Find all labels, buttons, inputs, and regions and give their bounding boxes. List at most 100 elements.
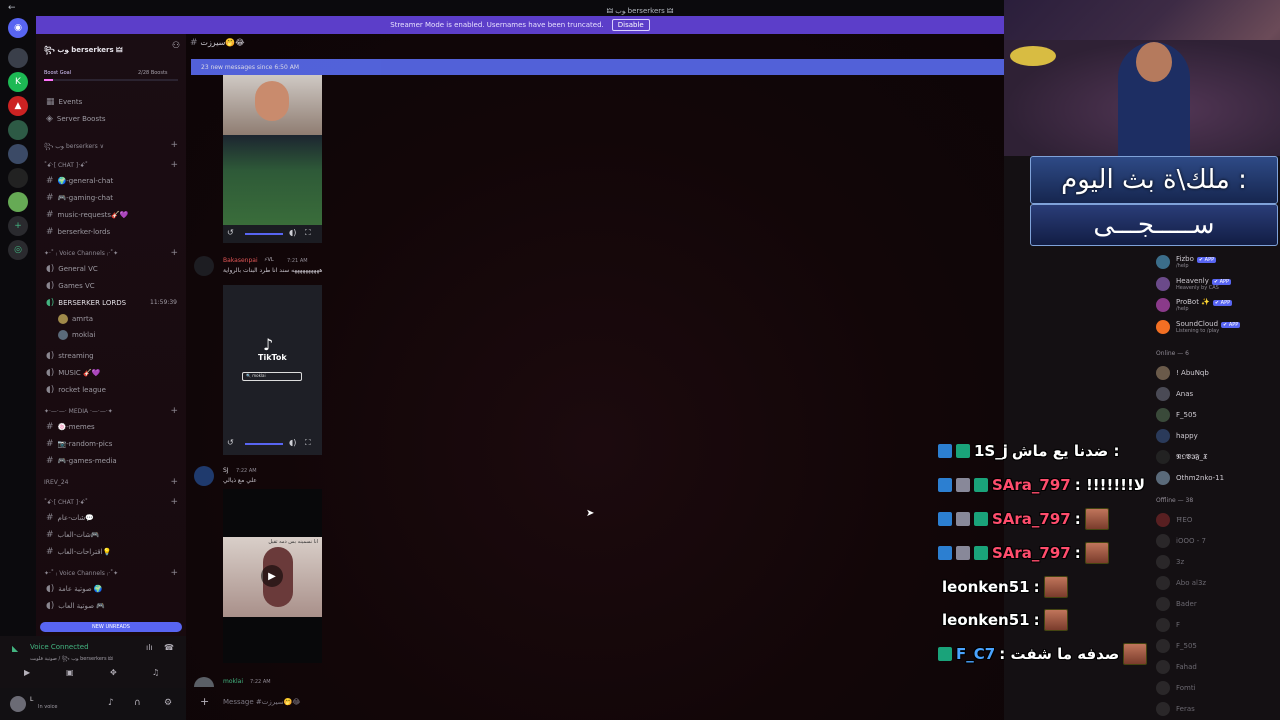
member-item[interactable]: Fahad <box>1156 660 1197 674</box>
member-item[interactable]: ProBot ✨ ✔ APP/help <box>1156 298 1233 312</box>
voice-channel-item[interactable]: ◖) MUSIC 🎸💜 <box>46 368 100 378</box>
voice-channel-item[interactable]: ◖) Games VC <box>46 281 95 291</box>
events-item[interactable]: ▦ Events <box>46 97 82 107</box>
server-icon[interactable]: K <box>8 72 28 92</box>
message-author[interactable]: Bakasenpai <box>223 257 258 264</box>
category-header[interactable]: ✦·˚ ₍ Voice Channels ₎·˚✦ <box>44 250 118 257</box>
activities-icon[interactable]: ✥ <box>110 668 117 677</box>
member-item[interactable]: F_505 <box>1156 408 1197 422</box>
category-header[interactable]: ˚ꗃ·[ CHAT ]·ꗃ˚ <box>44 162 88 170</box>
member-item[interactable]: F <box>1156 618 1180 632</box>
member-item[interactable]: Othm2nko-11 <box>1156 471 1224 485</box>
member-item[interactable]: Fizbo ✔ APP/help <box>1156 255 1217 269</box>
fullscreen-icon[interactable]: ⛶ <box>305 228 311 238</box>
channel-item[interactable]: # 📷-random-pics <box>46 439 112 449</box>
category-header[interactable]: ꧂ ﻮب berserkers ∨ <box>44 142 104 154</box>
voice-status[interactable]: Voice Connected <box>30 643 89 651</box>
message-author[interactable]: moklai <box>223 678 243 685</box>
avatar[interactable] <box>194 256 214 276</box>
settings-gear-icon[interactable]: ⚙ <box>164 698 172 708</box>
add-channel-icon[interactable]: + <box>170 140 178 150</box>
member-item[interactable]: Feras <box>1156 702 1195 716</box>
member-item[interactable]: iOOO - 7 <box>1156 534 1206 548</box>
noise-icon[interactable]: ılı <box>146 643 153 652</box>
voice-channel-item[interactable]: ◖) BERSERKER LORDS <box>46 298 126 308</box>
volume-icon[interactable]: ◖) <box>289 228 296 237</box>
member-item[interactable]: SoundCloud ✔ APP Listening to /play <box>1156 320 1241 334</box>
microphone-icon[interactable]: ♪ <box>108 698 114 708</box>
channel-item[interactable]: # music-requests🎸💜 <box>46 210 128 220</box>
explore-icon[interactable]: ◎ <box>8 240 28 260</box>
member-item[interactable]: 𝕹𝕺𝖁𝕴𝕱_𝖃 <box>1156 450 1207 464</box>
category-header[interactable]: IREV_24 <box>44 479 68 486</box>
new-messages-bar[interactable]: 23 new messages since 6:50 AM <box>191 59 1004 75</box>
server-icon[interactable] <box>8 144 28 164</box>
replay-icon[interactable]: ↺ <box>227 228 234 237</box>
avatar[interactable] <box>194 466 214 486</box>
message-author[interactable]: SJ <box>223 467 229 474</box>
server-icon[interactable] <box>8 192 28 212</box>
voice-channel-item[interactable]: ◖) صوتية العاب 🎮 <box>46 601 105 611</box>
fullscreen-icon[interactable]: ⛶ <box>305 438 311 448</box>
invite-icon[interactable]: ⚇ <box>172 41 180 51</box>
video-embed[interactable]: انا نسمينه بس دمه ثقيل ▶ <box>223 489 322 663</box>
server-icon[interactable]: ▲ <box>8 96 28 116</box>
member-item[interactable]: Anas <box>1156 387 1193 401</box>
channel-item[interactable]: # berserker-lords <box>46 227 110 237</box>
add-channel-icon[interactable]: + <box>170 477 178 487</box>
new-unreads-pill[interactable]: NEW UNREADS <box>40 622 182 632</box>
server-name[interactable]: ꧂ ﻮب berserkers 🜲 <box>44 42 122 59</box>
server-icon[interactable] <box>8 48 28 68</box>
message-input[interactable]: Message #سيرزت🤭😂 <box>223 698 301 706</box>
voice-channel-item[interactable]: ◖) General VC <box>46 264 98 274</box>
add-channel-icon[interactable]: + <box>170 568 178 578</box>
play-icon[interactable]: ▶ <box>261 565 283 587</box>
tiktok-embed[interactable]: ♪ TikTok 🔍 moklai ↺ ◖) ⛶ <box>223 285 322 455</box>
voice-channel-item[interactable]: ◖) streaming <box>46 351 94 361</box>
message-composer[interactable]: + Message #سيرزت🤭😂 ▤ ▭ ▦ ☺ ✥ <box>192 692 1131 712</box>
headphones-icon[interactable]: ∩ <box>134 698 141 708</box>
add-attachment-icon[interactable]: + <box>200 695 209 708</box>
add-channel-icon[interactable]: + <box>170 248 178 258</box>
replay-icon[interactable]: ↺ <box>227 438 234 447</box>
member-item[interactable]: Fomti <box>1156 681 1196 695</box>
add-channel-icon[interactable]: + <box>170 160 178 170</box>
voice-channel-name[interactable]: صوتية قلوبت / ꧂ ﻮب berserkers 🜲 <box>30 653 113 665</box>
channel-item[interactable]: # 🎮-gaming-chat <box>46 193 113 203</box>
voice-user[interactable]: amrta <box>58 314 93 324</box>
server-icon[interactable] <box>8 120 28 140</box>
server-icon[interactable] <box>8 168 28 188</box>
member-item[interactable]: Abo al3z <box>1156 576 1206 590</box>
member-item[interactable]: ! AbuNqb <box>1156 366 1209 380</box>
soundboard-icon[interactable]: ♫ <box>152 668 159 677</box>
screen-share-icon[interactable]: ▣ <box>66 668 74 677</box>
voice-user[interactable]: moklai <box>58 330 95 340</box>
category-header[interactable]: ˚ꗃ·[ CHAT ]·ꗃ˚ <box>44 499 88 507</box>
channel-item[interactable]: # شات-العاب🎮 <box>46 530 100 540</box>
member-item[interactable]: 3z <box>1156 555 1184 569</box>
voice-channel-item[interactable]: ◖) rocket league <box>46 385 106 395</box>
channel-item[interactable]: # 🎮-games-media <box>46 456 117 466</box>
voice-channel-item[interactable]: ◖) صوتية عامة 🌍 <box>46 584 103 594</box>
add-server-icon[interactable]: + <box>8 216 28 236</box>
category-header[interactable]: ✦·—·—· MEDIA ·—·—·✦ <box>44 408 113 415</box>
member-item[interactable]: Bader <box>1156 597 1197 611</box>
progress-bar[interactable] <box>245 233 283 235</box>
server-boosts-item[interactable]: ◈ Server Boosts <box>46 114 106 124</box>
member-item[interactable]: F_505 <box>1156 639 1197 653</box>
progress-bar[interactable] <box>245 443 283 445</box>
camera-icon[interactable]: ▶ <box>24 668 30 677</box>
member-item[interactable]: happy <box>1156 429 1198 443</box>
add-channel-icon[interactable]: + <box>170 497 178 507</box>
add-channel-icon[interactable]: + <box>170 406 178 416</box>
channel-item[interactable]: # شات-عام💬 <box>46 513 94 523</box>
discord-home-icon[interactable]: ◉ <box>8 18 28 38</box>
disable-button[interactable]: Disable <box>611 19 650 31</box>
category-header[interactable]: ✦·˚ ₍ Voice Channels ₎·˚✦ <box>44 570 118 577</box>
member-item[interactable]: ĦEO <box>1156 513 1192 527</box>
member-item[interactable]: Heavenly ✔ APP Heavenly by CAS <box>1156 277 1232 291</box>
channel-item[interactable]: # 🌍-general-chat <box>46 176 113 186</box>
video-embed[interactable]: ↺ ◖) ⛶ <box>223 75 322 243</box>
disconnect-icon[interactable]: ☎ <box>164 643 174 652</box>
channel-item[interactable]: # 🍥-memes <box>46 422 95 432</box>
